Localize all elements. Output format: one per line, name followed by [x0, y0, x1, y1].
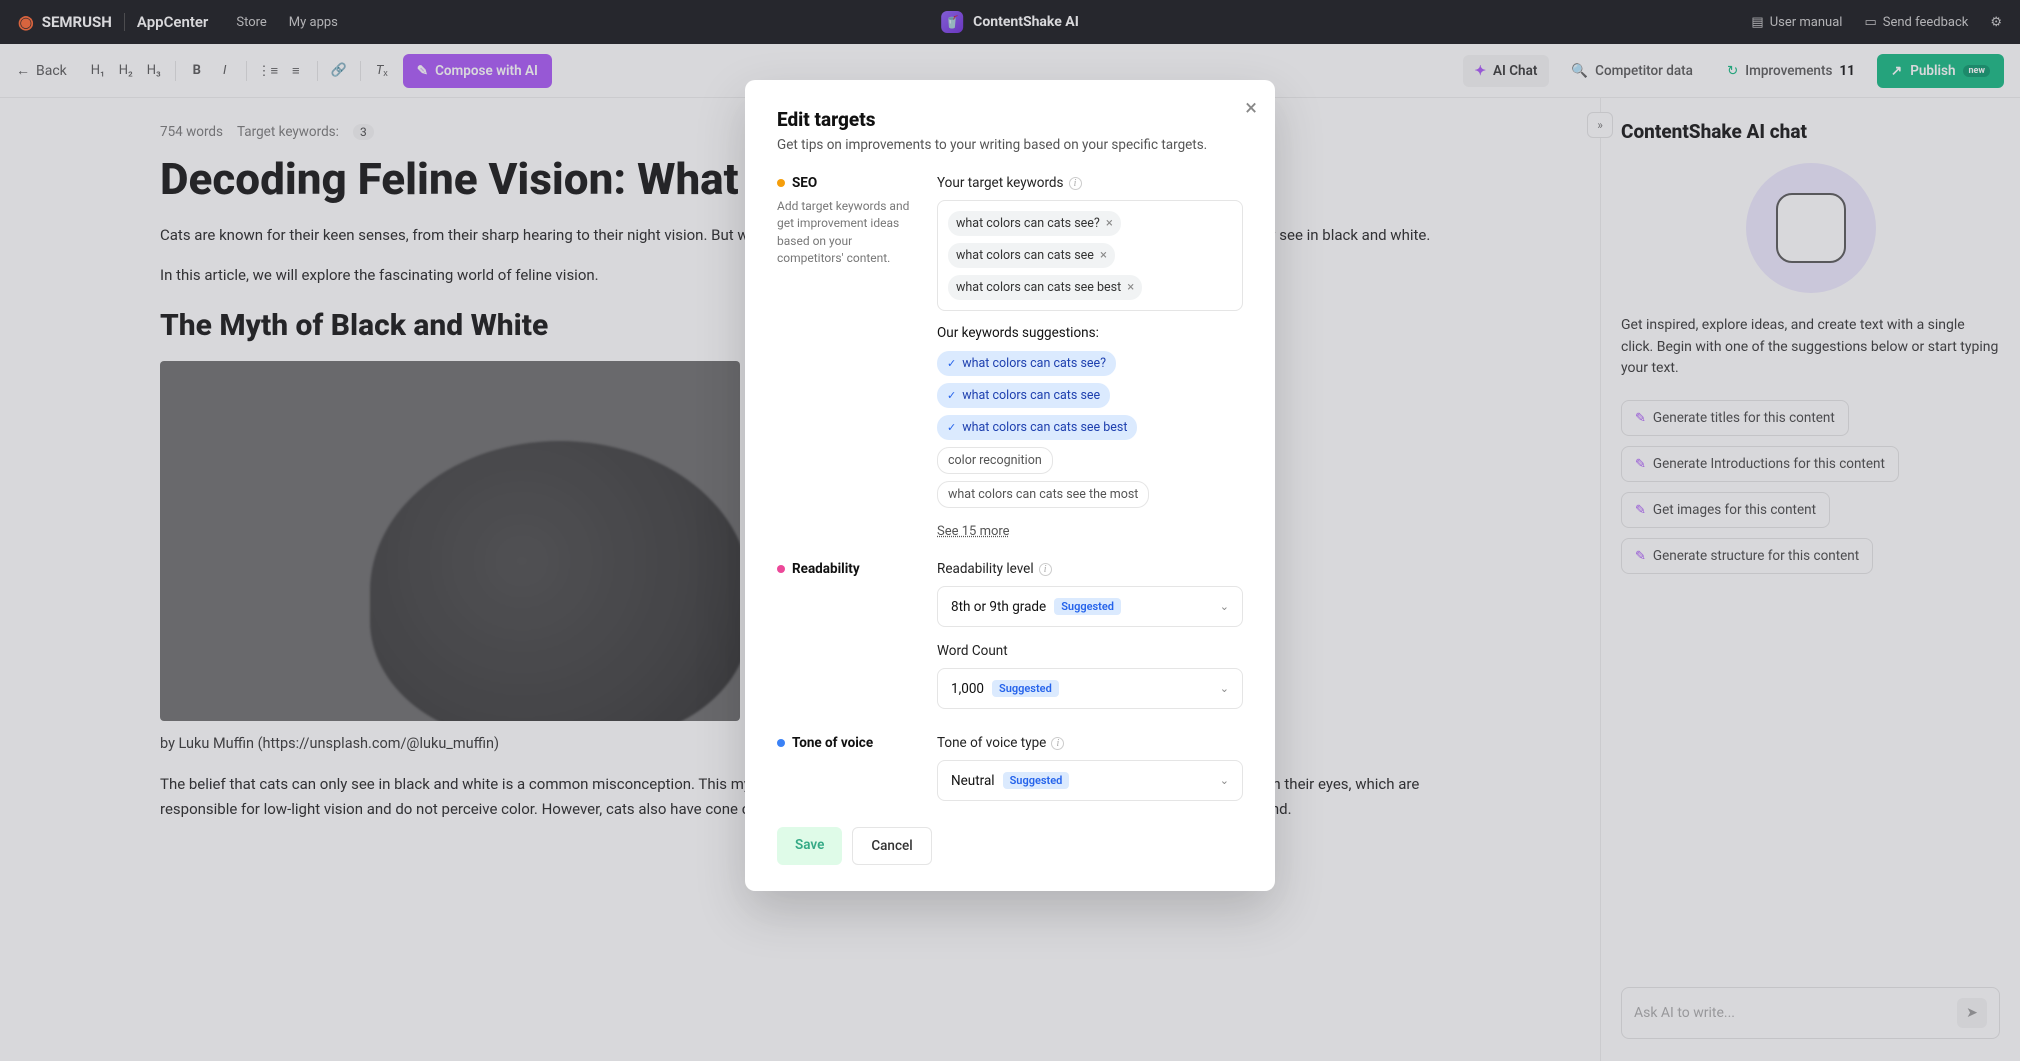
kw-tag-text: what colors can cats see? [956, 216, 1100, 231]
edit-targets-modal: × Edit targets Get tips on improvements … [745, 80, 1275, 891]
sugg-text: what colors can cats see best [962, 420, 1127, 435]
readability-left: Readability [777, 561, 917, 713]
cancel-button[interactable]: Cancel [852, 827, 931, 865]
sugg-text: what colors can cats see [962, 388, 1100, 403]
tone-type-label: Tone of voice type i [937, 735, 1243, 751]
info-icon[interactable]: i [1039, 563, 1052, 576]
see-more-link[interactable]: See 15 more [937, 524, 1010, 539]
readability-level-select[interactable]: 8th or 9th grade Suggested ⌄ [937, 586, 1243, 627]
suggested-badge: Suggested [1003, 772, 1070, 789]
chevron-down-icon: ⌄ [1220, 600, 1229, 613]
sugg-text: color recognition [948, 453, 1042, 468]
keyword-tag: what colors can cats see × [948, 243, 1115, 268]
tone-type-text: Tone of voice type [937, 735, 1046, 751]
info-icon[interactable]: i [1069, 177, 1082, 190]
tone-left: Tone of voice [777, 735, 917, 805]
check-icon: ✓ [947, 421, 956, 434]
tone-label-text: Tone of voice [792, 735, 873, 751]
keywords-input-box[interactable]: what colors can cats see? × what colors c… [937, 200, 1243, 311]
readability-level-label: Readability level i [937, 561, 1243, 577]
level-label-text: Readability level [937, 561, 1034, 577]
suggestion-tag[interactable]: what colors can cats see the most [937, 481, 1149, 508]
target-keywords-label: Your target keywords i [937, 175, 1243, 191]
suggested-badge: Suggested [992, 680, 1059, 697]
save-button[interactable]: Save [777, 827, 842, 865]
modal-actions: Save Cancel [777, 827, 1243, 865]
readability-section: Readability Readability level i 8th or 9… [777, 561, 1243, 713]
suggestions-row: ✓ what colors can cats see? ✓ what colors … [937, 351, 1243, 508]
readability-label: Readability [777, 561, 917, 577]
check-icon: ✓ [947, 357, 956, 370]
sugg-text: what colors can cats see the most [948, 487, 1138, 502]
seo-label-text: SEO [792, 175, 817, 191]
remove-tag-icon[interactable]: × [1100, 248, 1107, 263]
seo-desc: Add target keywords and get improvement … [777, 198, 917, 268]
tone-section: Tone of voice Tone of voice type i Neutr… [777, 735, 1243, 805]
tone-right: Tone of voice type i Neutral Suggested ⌄ [937, 735, 1243, 805]
kw-label-text: Your target keywords [937, 175, 1064, 191]
modal-overlay: × Edit targets Get tips on improvements … [0, 0, 2020, 1061]
modal-subtitle: Get tips on improvements to your writing… [777, 137, 1243, 153]
tone-value: Neutral [951, 773, 995, 789]
close-icon: × [1245, 96, 1257, 121]
info-icon[interactable]: i [1051, 737, 1064, 750]
chevron-down-icon: ⌄ [1220, 682, 1229, 695]
tone-select[interactable]: Neutral Suggested ⌄ [937, 760, 1243, 801]
level-value: 8th or 9th grade [951, 599, 1046, 615]
seo-section: SEO Add target keywords and get improvem… [777, 175, 1243, 539]
seo-section-right: Your target keywords i what colors can c… [937, 175, 1243, 539]
wc-value: 1,000 [951, 681, 984, 697]
keyword-tag: what colors can cats see best × [948, 275, 1142, 300]
seo-section-left: SEO Add target keywords and get improvem… [777, 175, 917, 539]
suggestion-tag[interactable]: ✓ what colors can cats see [937, 383, 1110, 408]
remove-tag-icon[interactable]: × [1127, 280, 1134, 295]
readability-dot-icon [777, 565, 785, 573]
remove-tag-icon[interactable]: × [1106, 216, 1113, 231]
check-icon: ✓ [947, 389, 956, 402]
kw-tag-text: what colors can cats see [956, 248, 1094, 263]
keyword-tag: what colors can cats see? × [948, 211, 1121, 236]
word-count-select[interactable]: 1,000 Suggested ⌄ [937, 668, 1243, 709]
tone-label: Tone of voice [777, 735, 917, 751]
sugg-text: what colors can cats see? [962, 356, 1106, 371]
suggestion-tag[interactable]: ✓ what colors can cats see best [937, 415, 1137, 440]
suggested-badge: Suggested [1054, 598, 1121, 615]
readability-right: Readability level i 8th or 9th grade Sug… [937, 561, 1243, 713]
seo-label: SEO [777, 175, 917, 191]
close-button[interactable]: × [1245, 96, 1257, 121]
readability-label-text: Readability [792, 561, 860, 577]
suggestions-label: Our keywords suggestions: [937, 325, 1243, 341]
kw-tag-text: what colors can cats see best [956, 280, 1121, 295]
chevron-down-icon: ⌄ [1220, 774, 1229, 787]
suggestion-tag[interactable]: color recognition [937, 447, 1053, 474]
word-count-label: Word Count [937, 643, 1243, 659]
suggestion-tag[interactable]: ✓ what colors can cats see? [937, 351, 1116, 376]
modal-title: Edit targets [777, 108, 1243, 131]
seo-dot-icon [777, 179, 785, 187]
tone-dot-icon [777, 739, 785, 747]
